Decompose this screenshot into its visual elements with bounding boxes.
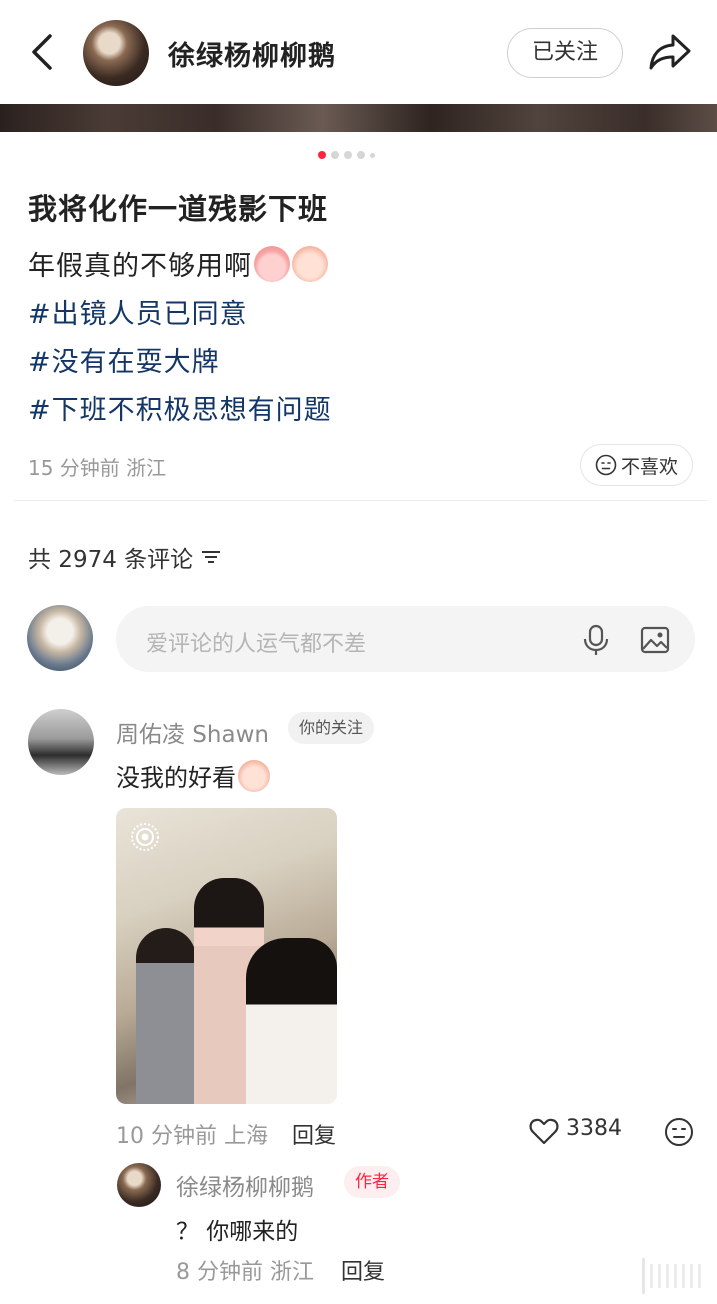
follow-button[interactable]: 已关注 [507, 28, 623, 78]
pager-dot [331, 151, 339, 159]
post-body: 年假真的不够用啊 [28, 244, 328, 283]
like-count: 3384 [566, 1116, 622, 1141]
comment-count: 共 2974 条评论 [28, 547, 194, 573]
reply-author-avatar[interactable] [117, 1163, 161, 1207]
comment-text: 没我的好看 [116, 758, 270, 793]
pager-dot [344, 151, 352, 159]
crying-emoji-icon [292, 245, 328, 282]
commenter-avatar[interactable] [28, 709, 94, 775]
sort-icon[interactable] [201, 549, 221, 565]
reply-button[interactable]: 回复 [341, 1254, 385, 1286]
commenter-name[interactable]: 周佑凌 Shawn [116, 715, 269, 749]
author-avatar[interactable] [83, 20, 149, 86]
divider [14, 500, 707, 501]
comment-meta: 10 分钟前 上海 [116, 1124, 268, 1149]
author-badge: 作者 [344, 1166, 400, 1198]
photo-figure [136, 928, 196, 1104]
dislike-label: 不喜欢 [620, 455, 678, 478]
my-avatar [27, 605, 93, 671]
heart-icon[interactable] [529, 1117, 559, 1145]
laughing-emoji-icon [238, 759, 270, 792]
hashtag-link[interactable]: #出镜人员已同意 [28, 292, 248, 331]
reply-button[interactable]: 回复 [292, 1118, 336, 1150]
post-meta: 15 分钟前 浙江 [28, 456, 167, 480]
dislike-button[interactable]: 不喜欢 [580, 444, 693, 486]
pager-dot [357, 151, 365, 159]
neutral-face-icon [595, 454, 617, 476]
photo-figure [246, 938, 337, 1104]
reply-author-name[interactable]: 徐绿杨柳柳鹅 [176, 1168, 314, 1202]
carousel-pager [318, 150, 375, 160]
reply-meta: 8 分钟前 浙江 [176, 1260, 314, 1285]
hashtag-link[interactable]: #没有在耍大牌 [28, 340, 220, 379]
post-body-text: 年假真的不够用啊 [28, 251, 252, 282]
pager-dot [370, 152, 375, 158]
live-photo-icon [131, 823, 159, 851]
back-arrow-icon[interactable] [26, 30, 60, 74]
share-icon[interactable] [647, 30, 693, 74]
post-image-carousel[interactable] [0, 104, 717, 132]
following-badge: 你的关注 [288, 712, 375, 744]
comment-image[interactable] [116, 808, 337, 1104]
sleepy-emoji-icon [254, 245, 290, 282]
neutral-face-icon[interactable] [664, 1117, 694, 1147]
microphone-icon[interactable] [582, 624, 610, 656]
pager-dot-active [318, 151, 326, 159]
hashtag-link[interactable]: #下班不积极思想有问题 [28, 388, 332, 427]
post-title: 我将化作一道残影下班 [28, 192, 329, 226]
image-icon[interactable] [640, 625, 670, 655]
author-name[interactable]: 徐绿杨柳柳鹅 [168, 34, 336, 73]
comment-count-header[interactable]: 共 2974 条评论 [28, 540, 221, 574]
reply-text: ？ 你哪来的 [176, 1219, 299, 1245]
comment-text-content: 没我的好看 [116, 764, 236, 792]
comment-input-placeholder: 爱评论的人运气都不差 [146, 632, 367, 657]
top-bar: 徐绿杨柳柳鹅 已关注 [0, 0, 717, 104]
watermark-logo [642, 1258, 701, 1294]
